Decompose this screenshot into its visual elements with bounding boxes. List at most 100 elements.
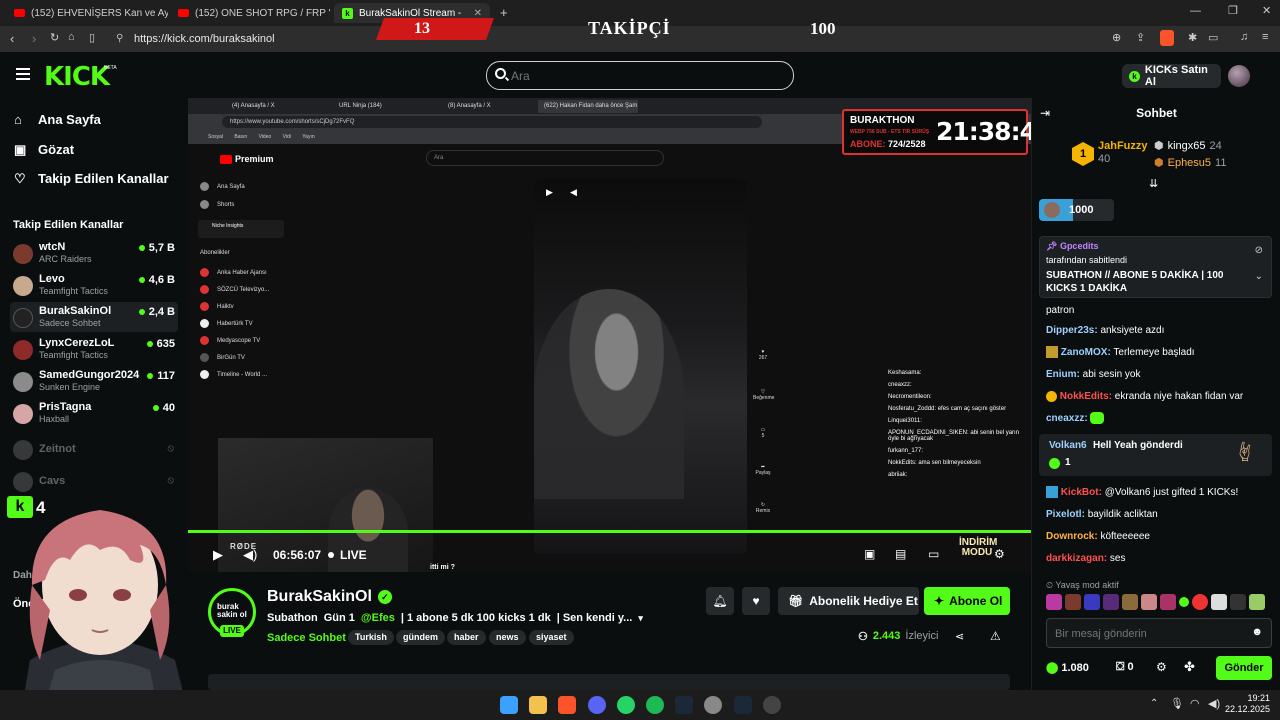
chat-user[interactable]: Downrock: — [1046, 531, 1098, 542]
play-icon[interactable]: ▶ — [213, 547, 223, 563]
report-icon[interactable]: ⚠ — [990, 629, 1001, 643]
media-icon[interactable]: ♫ — [1240, 31, 1248, 43]
browser-tab[interactable]: (152) ONE SHOT RPG / FRP " Geçmiş — [170, 3, 330, 23]
hamburger-menu-icon[interactable] — [16, 68, 30, 80]
chat-user[interactable]: darkkizagan: — [1046, 553, 1107, 564]
sidebar-channel[interactable]: wtcN ARC Raiders 5,7 B — [10, 238, 178, 268]
share-page-icon[interactable]: ⇪ — [1136, 31, 1145, 44]
extensions-puzzle-icon[interactable]: ✤ — [1184, 659, 1195, 675]
emote-icon[interactable] — [1160, 594, 1176, 610]
nav-following[interactable]: ♡ Takip Edilen Kanallar — [14, 171, 169, 186]
search-input[interactable] — [511, 66, 771, 86]
share-icon[interactable]: ⋖ — [955, 630, 964, 643]
menu-icon[interactable]: ≡ — [1262, 31, 1268, 43]
sidebar-channel-offline[interactable]: Zeitnot ⦸ — [10, 434, 178, 464]
forward-icon[interactable]: › — [32, 31, 36, 46]
send-button[interactable]: Gönder — [1216, 656, 1272, 680]
emote-icon[interactable] — [1211, 594, 1227, 610]
app-icon[interactable] — [763, 696, 781, 714]
emote-icon[interactable] — [1084, 594, 1100, 610]
browser-tab[interactable]: (152) EHVENİŞERS Kan ve Ay Bölüm 1 — [6, 3, 168, 23]
chat-user[interactable]: Pixelotl: — [1046, 509, 1085, 520]
nav-browse[interactable]: ▣ Gözat — [14, 142, 74, 157]
home-icon[interactable]: ⌂ — [68, 31, 75, 43]
stream-tag[interactable]: haber — [447, 630, 486, 645]
emote-icon[interactable] — [1103, 594, 1119, 610]
settings-app-icon[interactable] — [704, 696, 722, 714]
steam-icon[interactable] — [675, 696, 693, 714]
stream-tag[interactable]: news — [489, 630, 526, 645]
emote-icon[interactable] — [1249, 594, 1265, 610]
title-mention-link[interactable]: @Efes — [361, 612, 395, 624]
leaderboard-entry[interactable]: ⬢ kingx65 24 — [1154, 139, 1222, 153]
user-avatar[interactable] — [1228, 65, 1250, 87]
close-window-icon[interactable]: ✕ — [1262, 4, 1271, 17]
gift-subscription-button[interactable]: 🎁︎ Abonelik Hediye Et — [778, 587, 919, 615]
emote-icon[interactable] — [1122, 594, 1138, 610]
kicks-balance[interactable]: ⬤ 1.080 — [1046, 661, 1089, 674]
expand-title-chevron-icon[interactable]: ▾ — [638, 613, 643, 624]
pinned-message[interactable]: 📌︎ Gpcedits tarafından sabitlendi SUBATH… — [1039, 236, 1272, 298]
chat-user[interactable]: Dipper23s: — [1046, 325, 1098, 336]
volume-icon[interactable]: ◀) — [243, 547, 257, 563]
live-progress-bar[interactable] — [188, 530, 1031, 533]
discord-icon[interactable] — [588, 696, 606, 714]
subscribe-button[interactable]: ✦ Abone Ol — [924, 587, 1010, 615]
emote-icon[interactable] — [1192, 594, 1208, 610]
kick-logo[interactable]: KICK — [44, 62, 110, 92]
zoom-icon[interactable]: ⊕ — [1112, 31, 1121, 44]
sidebar-channel[interactable]: SamedGungor2024 Sunken Engine 117 — [10, 366, 178, 396]
minimize-icon[interactable]: — — [1190, 5, 1201, 17]
mic-icon[interactable]: 🎙︎ — [1170, 697, 1184, 710]
chat-user[interactable]: Enium: — [1046, 369, 1080, 380]
emote-icon[interactable] — [1065, 594, 1081, 610]
hide-pin-icon[interactable]: ⊘ — [1255, 245, 1263, 256]
speaker-icon[interactable]: ◀) — [1208, 697, 1220, 710]
maximize-icon[interactable]: ❐ — [1228, 4, 1238, 17]
file-explorer-icon[interactable] — [529, 696, 547, 714]
channel-name[interactable]: BurakSakinOl — [267, 588, 372, 606]
emote-icon[interactable] — [1141, 594, 1157, 610]
start-icon[interactable] — [500, 696, 518, 714]
sidebar-channel[interactable]: Levo Teamfight Tactics 4,6 B — [10, 270, 178, 300]
system-clock[interactable]: 19:21 22.12.2025 — [1224, 693, 1270, 715]
notifications-button[interactable]: 🔔︎ — [706, 587, 734, 615]
wifi-icon[interactable]: ◠ — [1190, 697, 1200, 710]
chat-input-box[interactable]: ☻ — [1046, 618, 1272, 648]
search-box[interactable] — [486, 61, 794, 90]
follow-button[interactable]: ♥ — [742, 587, 770, 615]
extensions-icon[interactable]: ✱ — [1188, 31, 1197, 44]
clip-icon[interactable]: ▭ — [928, 547, 939, 561]
sidebar-toggle-icon[interactable]: ▭ — [1208, 31, 1218, 44]
sidebar-channel[interactable]: PrisTagna Haxball 40 — [10, 398, 178, 428]
steam-icon[interactable] — [734, 696, 752, 714]
stream-tag[interactable]: siyaset — [529, 630, 574, 645]
leaderboard-entry[interactable]: ⬢ Ephesu5 11 — [1154, 156, 1226, 170]
tray-expand-icon[interactable]: ⌃ — [1150, 698, 1158, 709]
nav-home[interactable]: ⌂ Ana Sayfa — [14, 112, 101, 127]
back-icon[interactable]: ‹ — [10, 31, 14, 46]
emote-icon[interactable] — [1179, 597, 1189, 607]
brave-shield-icon[interactable] — [1160, 30, 1174, 46]
live-indicator[interactable]: LIVE — [328, 548, 367, 562]
chat-user[interactable]: ZanoMOX: — [1061, 347, 1111, 358]
chat-user[interactable]: NokkEdits: — [1060, 391, 1112, 402]
expand-pin-chevron-icon[interactable]: ⌄ — [1255, 271, 1263, 282]
buy-kicks-button[interactable]: k KICKs Satın Al — [1122, 64, 1221, 88]
theatre-icon[interactable]: ▤ — [895, 547, 906, 561]
reload-icon[interactable]: ↻ — [50, 31, 59, 44]
emote-icon[interactable] — [1230, 594, 1246, 610]
emote-icon[interactable] — [1046, 594, 1062, 610]
leaderboard-entry[interactable]: JahFuzzy 40 — [1098, 140, 1148, 165]
emoji-icon[interactable]: ☻ — [1251, 626, 1263, 638]
spotify-icon[interactable] — [646, 696, 664, 714]
stream-category-link[interactable]: Sadece Sohbet — [267, 632, 346, 644]
whatsapp-icon[interactable] — [617, 696, 635, 714]
expand-leaderboard-icon[interactable]: ⇊ — [1149, 177, 1158, 190]
site-settings-icon[interactable]: ⚲ — [116, 29, 123, 49]
stream-tag[interactable]: Turkish — [348, 630, 394, 645]
chat-user[interactable]: KickBot: — [1061, 487, 1102, 498]
chat-input[interactable] — [1055, 625, 1235, 643]
sidebar-channel[interactable]: LynxCerezLoL Teamfight Tactics 635 — [10, 334, 178, 364]
gift-card-user[interactable]: Volkan6 — [1049, 440, 1087, 451]
